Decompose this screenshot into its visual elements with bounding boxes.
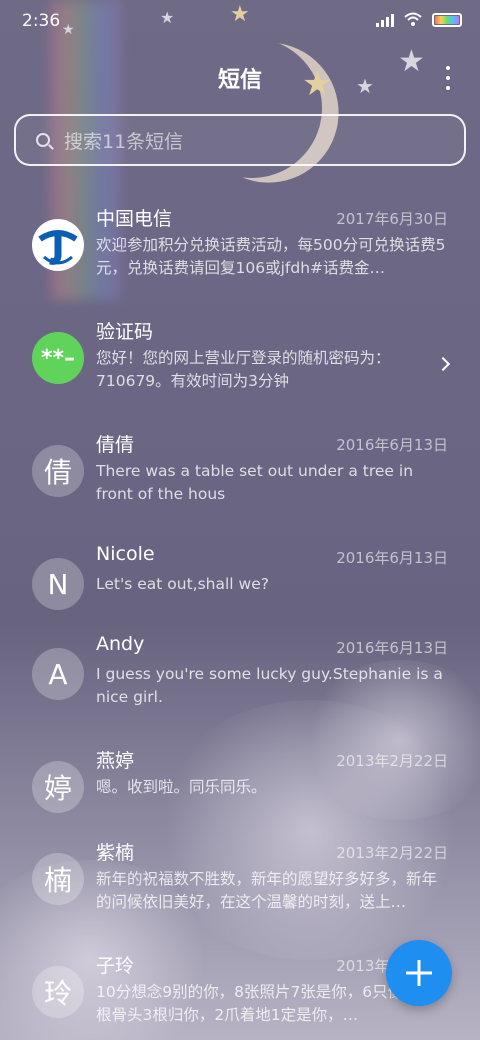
message-preview: 嗯。收到啦。同乐同乐。 [96, 778, 267, 796]
message-date: 2013年2月22日 [336, 752, 448, 770]
message-date: 2016年6月13日 [336, 436, 448, 454]
message-preview: There was a table set out under a tree i… [96, 462, 414, 503]
avatar: N [32, 558, 84, 610]
contact-name: 子玲 [96, 955, 135, 977]
conversation-item[interactable]: N Nicole 2016年6月13日 Let's eat out,shall … [0, 535, 480, 625]
contact-name: Andy [96, 633, 145, 655]
avatar: **– [32, 332, 84, 384]
conversation-list: 中国电信 2017年6月30日 欢迎参加积分兑换话费活动，每500分可兑换话费5… [0, 196, 480, 1040]
new-message-button[interactable] [386, 940, 452, 1006]
conversation-item[interactable]: 楠 紫楠 2013年2月22日 新年的祝福数不胜数，新年的愿望好多好多，新年的问… [0, 830, 480, 943]
message-preview: 欢迎参加积分兑换话费活动，每500分可兑换话费5元，兑换话费请回复106或jfd… [96, 236, 446, 277]
contact-name: 验证码 [96, 321, 154, 343]
message-date: 2016年6月13日 [336, 549, 448, 567]
contact-name: 倩倩 [96, 434, 135, 456]
conversation-item[interactable]: A Andy 2016年6月13日 I guess you're some lu… [0, 625, 480, 738]
search-input[interactable]: 搜索11条短信 [14, 114, 466, 166]
contact-name: 燕婷 [96, 750, 135, 772]
conversation-item[interactable]: 倩 倩倩 2016年6月13日 There was a table set ou… [0, 422, 480, 535]
more-options-icon[interactable] [442, 66, 454, 90]
message-date: 2017年6月30日 [336, 210, 448, 228]
page-title: 短信 [217, 68, 262, 93]
message-preview: 您好！您的网上营业厅登录的随机密码为：710679。有效时间为3分钟 [96, 349, 391, 390]
status-bar: 2:36 [0, 0, 480, 44]
signal-icon [376, 13, 394, 27]
message-date: 2016年6月13日 [336, 639, 448, 657]
message-preview: I guess you're some lucky guy.Stephanie … [96, 665, 443, 706]
battery-icon [432, 13, 462, 27]
conversation-item[interactable]: 婷 燕婷 2013年2月22日 嗯。收到啦。同乐同乐。 [0, 738, 480, 830]
avatar: 倩 [32, 445, 84, 497]
avatar: 婷 [32, 761, 84, 813]
message-preview: 新年的祝福数不胜数，新年的愿望好多好多，新年的问候依旧美好，在这个温馨的时刻，送… [96, 870, 438, 911]
contact-name: Nicole [96, 543, 155, 565]
avatar: 玲 [32, 966, 84, 1018]
message-date: 2013年2月22日 [336, 844, 448, 862]
status-time: 2:36 [22, 11, 61, 31]
message-preview: Let's eat out,shall we? [96, 575, 269, 593]
wifi-icon [404, 12, 422, 28]
contact-name: 紫楠 [96, 842, 135, 864]
conversation-item[interactable]: **– 验证码 您好！您的网上营业厅登录的随机密码为：710679。有效时间为3… [0, 309, 480, 422]
avatar: A [32, 648, 84, 700]
contact-name: 中国电信 [96, 208, 173, 230]
avatar: 楠 [32, 853, 84, 905]
conversation-item[interactable]: 中国电信 2017年6月30日 欢迎参加积分兑换话费活动，每500分可兑换话费5… [0, 196, 480, 309]
search-placeholder: 搜索11条短信 [64, 130, 184, 153]
app-header: 短信 [0, 56, 480, 102]
telecom-logo-icon [32, 219, 84, 271]
search-icon [36, 133, 50, 147]
